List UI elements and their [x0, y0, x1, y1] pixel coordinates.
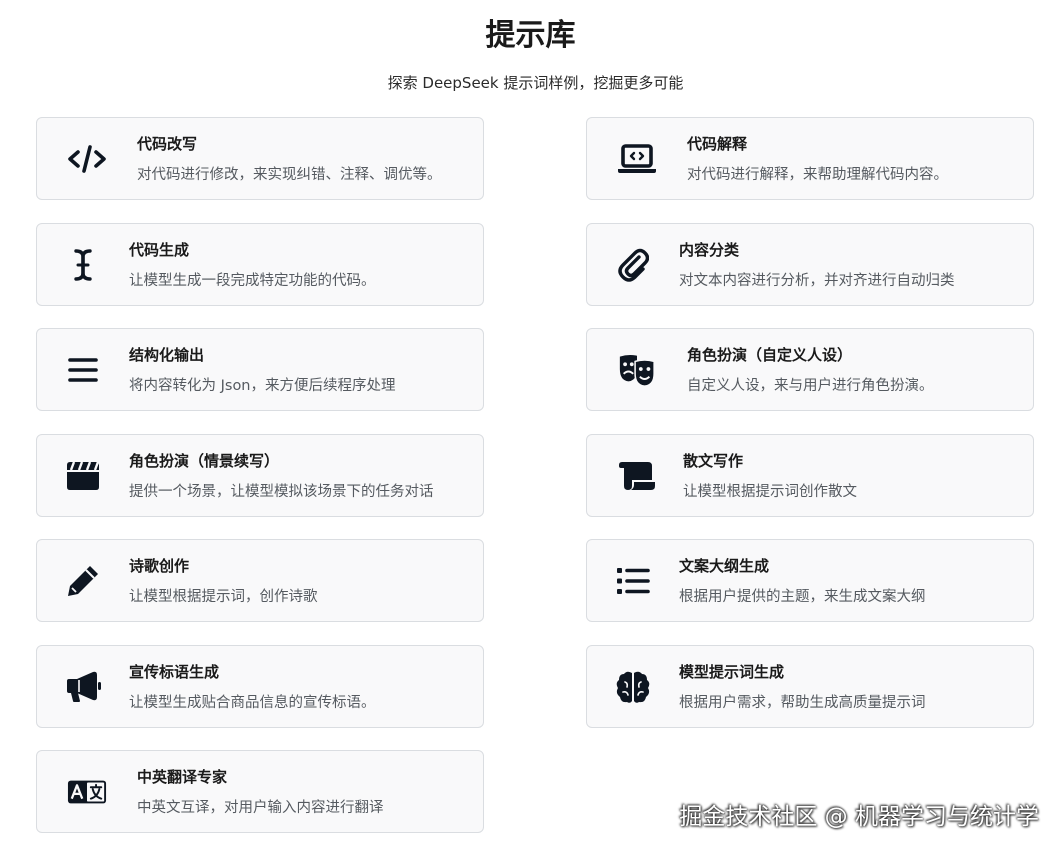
prompt-card-description: 将内容转化为 Json，来方便后续程序处理	[129, 378, 396, 394]
code-icon	[67, 139, 107, 179]
prompt-card-description: 提供一个场景，让模型模拟该场景下的任务对话	[129, 483, 434, 500]
prompt-card-title: 模型提示词生成	[679, 662, 785, 681]
watermark: 掘金技术社区 @ 机器学习与统计学	[679, 804, 1039, 830]
megaphone-icon	[63, 667, 103, 707]
prompt-card[interactable]: 散文写作让模型根据提示词创作散文	[586, 433, 1034, 517]
prompt-card-title: 文案大纲生成	[679, 557, 770, 575]
prompt-card-description: 根据用户需求，帮助生成高质量提示词	[679, 694, 926, 711]
language-icon	[67, 772, 107, 812]
bars-icon	[63, 350, 103, 390]
prompt-card[interactable]: 角色扮演（自定义人设） 自定义人设，来与用户进行角色扮演。	[586, 328, 1034, 411]
prompt-card[interactable]: 内容分类对文本内容进行分析，并对齐进行自动归类	[586, 222, 1034, 306]
prompt-card-description: 自定义人设，来与用户进行角色扮演。	[687, 378, 934, 394]
prompt-library-page: 提示库 探索 DeepSeek 提示词样例，挖掘更多可能 代码改写对代码进行修改…	[0, 0, 1061, 854]
page-subtitle: 探索 DeepSeek 提示词样例，挖掘更多可能	[387, 74, 684, 92]
prompt-card-description: 让模型生成一段完成特定功能的代码。	[129, 272, 376, 289]
prompt-card-title: 散文写作	[683, 451, 744, 470]
prompt-card-description: 让模型根据提示词创作散文	[683, 483, 857, 500]
prompt-card-title: 角色扮演（自定义人设）	[687, 346, 853, 364]
prompt-card[interactable]: 结构化输出将内容转化为 Json，来方便后续程序处理	[36, 328, 484, 411]
prompt-card[interactable]: 代码解释对代码进行解释，来帮助理解代码内容。	[586, 117, 1034, 200]
pencil-icon	[63, 561, 103, 601]
prompt-card-description: 对代码进行修改，来实现纠错、注释、调优等。	[137, 167, 442, 183]
brain-icon	[613, 667, 653, 707]
prompt-card-title: 结构化输出	[129, 346, 205, 364]
prompt-card-title: 代码解释	[687, 135, 748, 153]
prompt-card[interactable]: 代码生成让模型生成一段完成特定功能的代码。	[36, 222, 484, 306]
prompt-card-title: 中英翻译专家	[137, 768, 228, 786]
laptop-code-icon	[617, 139, 657, 179]
prompt-card[interactable]: 中英翻译专家中英文互译，对用户输入内容进行翻译	[36, 750, 484, 833]
paperclip-icon	[613, 245, 653, 285]
prompt-card-title: 宣传标语生成	[129, 662, 220, 681]
prompt-card-description: 中英文互译，对用户输入内容进行翻译	[137, 800, 384, 816]
scroll-icon	[617, 456, 657, 496]
prompt-card[interactable]: 模型提示词生成根据用户需求，帮助生成高质量提示词	[586, 644, 1034, 728]
prompt-card-title: 代码生成	[129, 240, 190, 259]
clapperboard-icon	[63, 456, 103, 496]
prompt-card-description: 根据用户提供的主题，来生成文案大纲	[679, 589, 926, 605]
prompt-card-description: 对代码进行解释，来帮助理解代码内容。	[687, 167, 948, 183]
prompt-card[interactable]: 文案大纲生成根据用户提供的主题，来生成文案大纲	[586, 539, 1034, 622]
prompt-card[interactable]: 宣传标语生成让模型生成贴合商品信息的宣传标语。	[36, 644, 484, 728]
prompt-card-description: 让模型生成贴合商品信息的宣传标语。	[129, 694, 376, 711]
prompt-card[interactable]: 角色扮演（情景续写） 提供一个场景，让模型模拟该场景下的任务对话	[36, 433, 484, 517]
theater-masks-icon	[617, 350, 657, 390]
prompt-card-title: 代码改写	[137, 135, 198, 153]
page-title: 提示库	[485, 18, 576, 53]
prompt-card-description: 对文本内容进行分析，并对齐进行自动归类	[679, 272, 955, 289]
prompt-card[interactable]: 代码改写对代码进行修改，来实现纠错、注释、调优等。	[36, 117, 484, 200]
prompt-card-description: 让模型根据提示词，创作诗歌	[129, 589, 318, 605]
prompt-card-title: 诗歌创作	[129, 557, 190, 575]
text-cursor-icon	[63, 245, 103, 285]
list-icon	[613, 561, 653, 601]
prompt-card[interactable]: 诗歌创作让模型根据提示词，创作诗歌	[36, 539, 484, 622]
prompt-card-title: 内容分类	[679, 240, 740, 259]
prompt-card-title: 角色扮演（情景续写）	[129, 451, 280, 470]
